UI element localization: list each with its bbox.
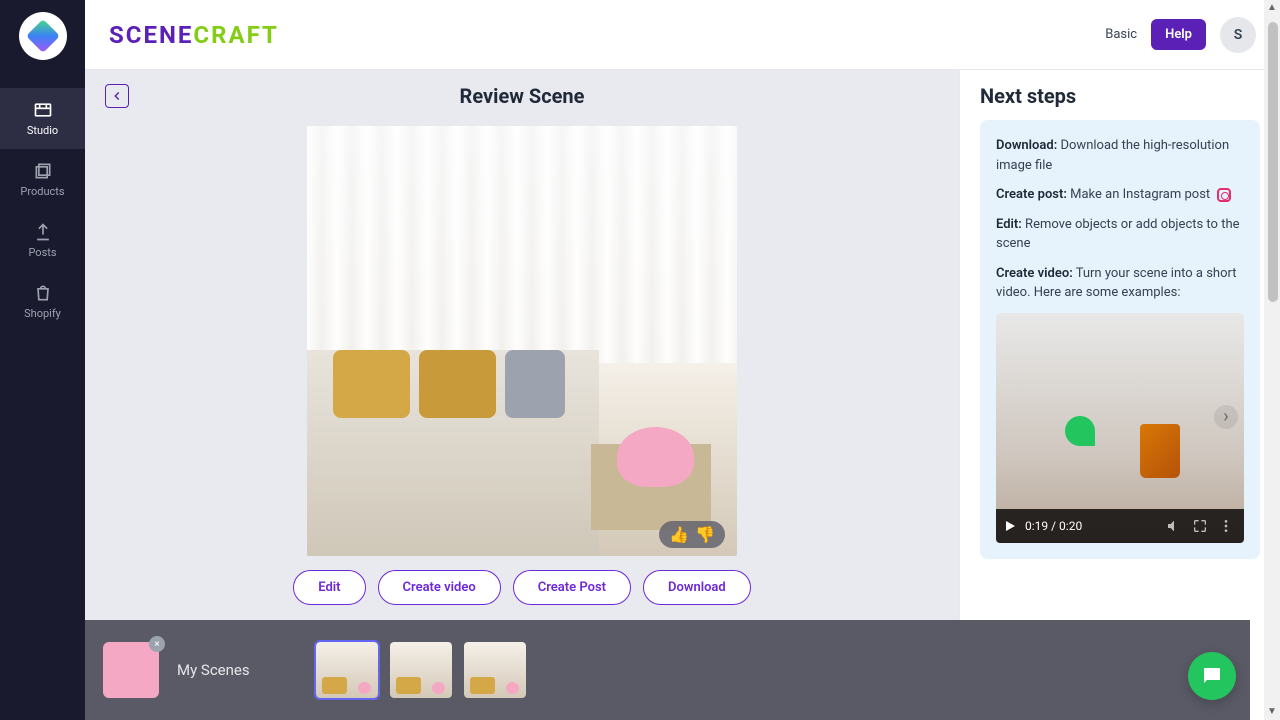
scene-preview-image: 👍 👎 bbox=[307, 126, 737, 556]
scroll-up-arrow[interactable]: ▲ bbox=[1264, 0, 1280, 16]
volume-icon[interactable] bbox=[1166, 518, 1182, 534]
bottom-tray: × My Scenes bbox=[85, 620, 1250, 720]
more-icon[interactable] bbox=[1218, 518, 1234, 534]
action-row: Edit Create video Create Post Download bbox=[293, 570, 751, 605]
back-button[interactable] bbox=[105, 84, 129, 108]
nav-label: Studio bbox=[27, 124, 58, 137]
scene-thumb-2[interactable] bbox=[390, 642, 452, 698]
create-video-button[interactable]: Create video bbox=[378, 570, 501, 605]
scene-thumb-1[interactable] bbox=[316, 642, 378, 698]
instagram-icon bbox=[1217, 188, 1231, 202]
nav-posts[interactable]: Posts bbox=[0, 210, 85, 271]
next-steps-callout: Download: Download the high-resolution i… bbox=[980, 120, 1260, 559]
chevron-left-icon bbox=[110, 89, 124, 103]
create-post-button[interactable]: Create Post bbox=[513, 570, 631, 605]
play-icon[interactable] bbox=[1006, 521, 1015, 531]
chat-icon bbox=[1200, 664, 1224, 688]
close-icon[interactable]: × bbox=[149, 636, 165, 652]
nav-label: Shopify bbox=[24, 307, 61, 320]
help-button[interactable]: Help bbox=[1151, 19, 1206, 50]
chat-fab[interactable] bbox=[1188, 652, 1236, 700]
user-avatar[interactable]: S bbox=[1220, 17, 1256, 53]
tray-product-thumb[interactable]: × bbox=[103, 642, 159, 698]
app-logo[interactable] bbox=[19, 12, 67, 60]
carousel-next-icon[interactable]: › bbox=[1214, 405, 1238, 429]
thumbs-up-icon[interactable]: 👍 bbox=[669, 525, 689, 544]
left-nav-rail: Studio Products Posts Shopify bbox=[0, 0, 85, 720]
step-create-video: Create video: Turn your scene into a sho… bbox=[996, 264, 1244, 303]
video-time: 0:19 / 0:20 bbox=[1025, 519, 1082, 533]
nav-label: Products bbox=[20, 185, 64, 198]
example-video[interactable]: › 0:19 / 0:20 bbox=[996, 313, 1244, 543]
page-scrollbar[interactable]: ▲ ▼ bbox=[1264, 0, 1280, 720]
page-title: Review Scene bbox=[460, 84, 585, 108]
scroll-down-arrow[interactable]: ▼ bbox=[1264, 704, 1280, 720]
tray-thumbnails bbox=[316, 642, 526, 698]
thumbs-down-icon[interactable]: 👎 bbox=[695, 525, 715, 544]
layers-icon bbox=[33, 161, 53, 181]
bag-icon bbox=[33, 283, 53, 303]
nav-studio[interactable]: Studio bbox=[0, 88, 85, 149]
video-controls: 0:19 / 0:20 bbox=[996, 509, 1244, 543]
scroll-thumb[interactable] bbox=[1268, 22, 1278, 302]
main-area: SCENECRAFT Basic Help S Review Scene 👍 👎 bbox=[85, 0, 1280, 720]
nav-products[interactable]: Products bbox=[0, 149, 85, 210]
download-button[interactable]: Download bbox=[643, 570, 751, 605]
brand-wordmark: SCENECRAFT bbox=[109, 21, 279, 49]
scene-thumb-3[interactable] bbox=[464, 642, 526, 698]
step-edit: Edit: Remove objects or add objects to t… bbox=[996, 215, 1244, 254]
tray-label: My Scenes bbox=[177, 661, 250, 679]
film-icon bbox=[33, 100, 53, 120]
edit-button[interactable]: Edit bbox=[293, 570, 365, 605]
rating-pill: 👍 👎 bbox=[659, 521, 725, 548]
nav-label: Posts bbox=[28, 246, 56, 259]
fullscreen-icon[interactable] bbox=[1192, 518, 1208, 534]
nav-shopify[interactable]: Shopify bbox=[0, 271, 85, 332]
topbar: SCENECRAFT Basic Help S bbox=[85, 0, 1280, 70]
step-download: Download: Download the high-resolution i… bbox=[996, 136, 1244, 175]
plan-badge[interactable]: Basic bbox=[1105, 27, 1137, 42]
step-create-post: Create post: Make an Instagram post bbox=[996, 185, 1244, 205]
upload-icon bbox=[33, 222, 53, 242]
sidebar-title: Next steps bbox=[980, 84, 1260, 108]
